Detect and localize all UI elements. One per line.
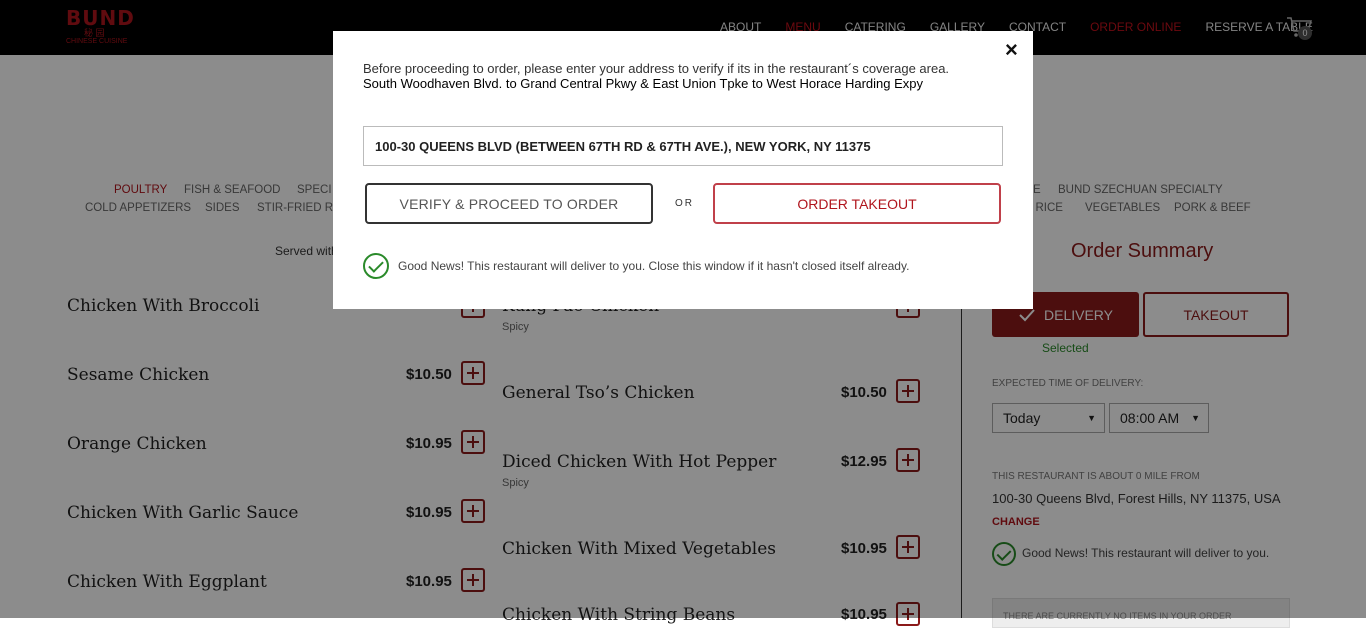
modal-intro-text: Before proceeding to order, please enter… [363, 61, 973, 91]
address-verification-modal: × Before proceeding to order, please ent… [333, 31, 1033, 309]
success-check-icon [363, 253, 389, 279]
coverage-area-text: South Woodhaven Blvd. to Grand Central P… [363, 76, 924, 91]
intro-text: Before proceeding to order, please enter… [363, 61, 950, 76]
address-input[interactable] [363, 126, 1003, 166]
or-separator: OR [675, 198, 694, 209]
order-takeout-button[interactable]: ORDER TAKEOUT [713, 183, 1001, 224]
verify-proceed-button[interactable]: VERIFY & PROCEED TO ORDER [365, 183, 653, 224]
success-message: Good News! This restaurant will deliver … [398, 259, 910, 273]
close-icon[interactable]: × [1005, 39, 1018, 61]
